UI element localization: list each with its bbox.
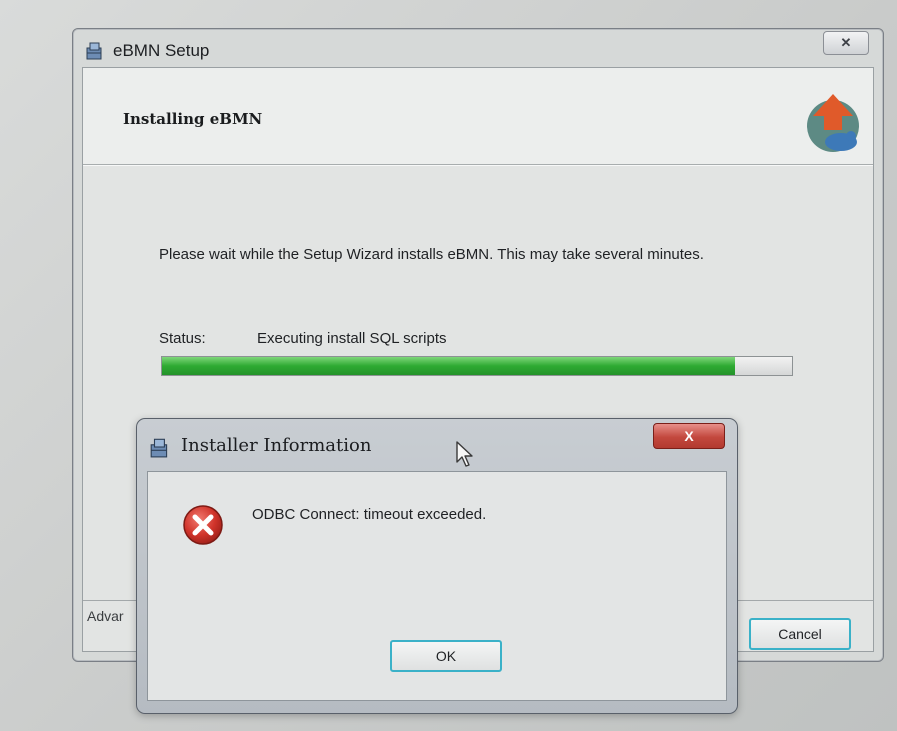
footer-label: Advar <box>87 608 124 624</box>
setup-header-banner: Installing eBMN <box>83 68 873 165</box>
status-label: Status: <box>159 330 206 347</box>
setup-window-title: eBMN Setup <box>113 41 210 60</box>
mouse-pointer-icon <box>456 441 473 467</box>
progress-fill <box>162 357 736 375</box>
installer-icon <box>86 42 102 60</box>
installer-icon <box>150 438 168 458</box>
ok-button[interactable]: OK <box>390 640 502 672</box>
installer-information-dialog: Installer Information X ODBC Connect: ti… <box>136 418 738 714</box>
installer-logo-icon <box>807 94 859 152</box>
header-divider <box>83 165 873 166</box>
error-dialog-titlebar[interactable]: Installer Information X <box>137 419 737 463</box>
setup-header-title: Installing eBMN <box>123 110 263 128</box>
install-progress-bar <box>161 356 793 376</box>
setup-titlebar[interactable]: eBMN Setup ✕ <box>73 29 883 67</box>
error-dialog-title: Installer Information <box>181 435 372 456</box>
error-icon <box>183 505 223 545</box>
status-value: Executing install SQL scripts <box>257 330 447 347</box>
error-message: ODBC Connect: timeout exceeded. <box>252 506 487 523</box>
cancel-button[interactable]: Cancel <box>749 618 851 650</box>
error-close-button[interactable]: X <box>653 423 725 449</box>
wait-message: Please wait while the Setup Wizard insta… <box>159 246 704 263</box>
error-dialog-body: ODBC Connect: timeout exceeded. OK <box>147 471 727 701</box>
setup-close-button[interactable]: ✕ <box>823 31 869 55</box>
